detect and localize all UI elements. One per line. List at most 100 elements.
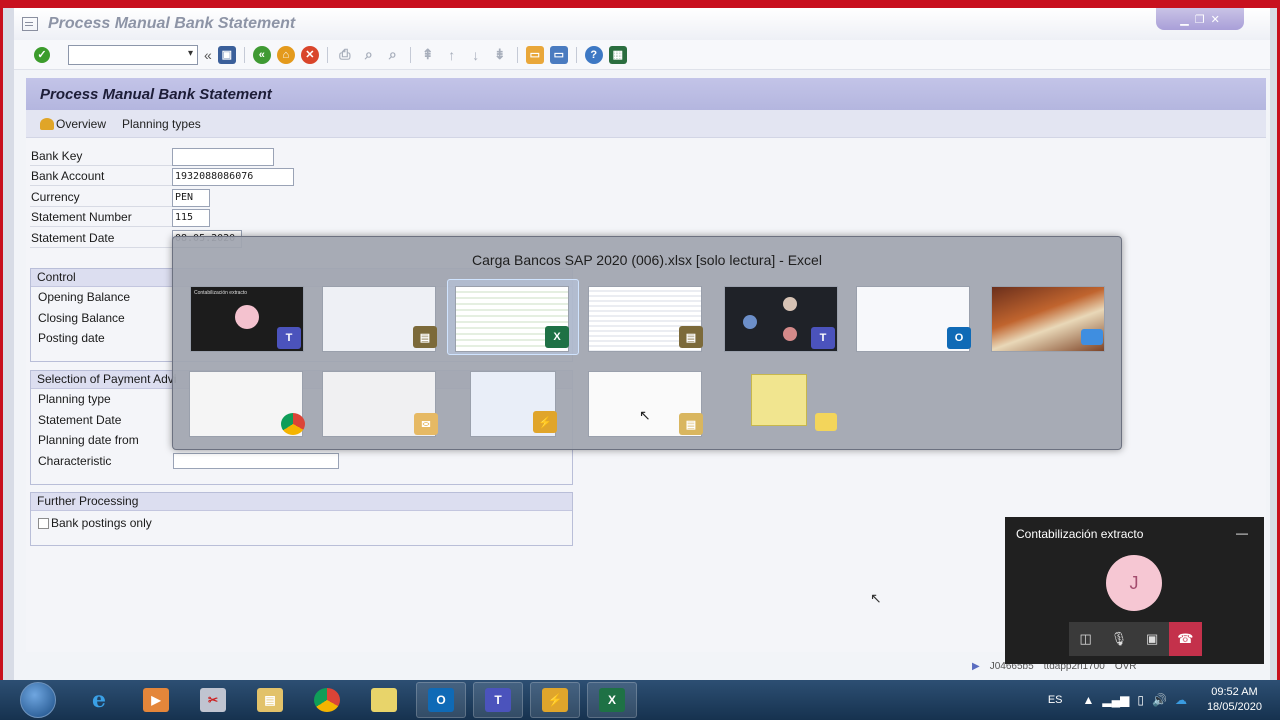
first-page-icon[interactable]: ⇞ — [419, 46, 437, 64]
chrome-icon — [281, 413, 305, 435]
help-icon[interactable]: ? — [584, 45, 603, 64]
window-controls: ▁ ❐ ✕ — [1156, 8, 1244, 30]
taskbar-chrome[interactable] — [302, 682, 352, 718]
teams-thumb-title: Contabilización extracto — [194, 290, 248, 296]
characteristic-label: Characteristic — [38, 453, 112, 468]
taskbar-snipping[interactable]: ✂ — [188, 682, 238, 718]
clock[interactable]: 09:52 AM 18/05/2020 — [1207, 685, 1262, 715]
taskbar-explorer[interactable]: ▤ — [245, 682, 295, 718]
teams-icon: T — [811, 327, 835, 349]
taskbar-teams[interactable]: T — [473, 682, 523, 718]
network-icon[interactable]: ▂▄▆ — [1102, 693, 1129, 707]
currency-label: Currency — [30, 188, 172, 207]
currency-row: Currency PEN — [30, 188, 210, 207]
taskbar-ie[interactable]: e — [74, 682, 124, 718]
standard-toolbar: ✓ « ▣ « ⌂ ✕ ⎙ ⌕ ⌕ ⇞ ↑ ↓ ⇟ ▭ ▭ ? ▦ — [14, 40, 1270, 70]
sticky-notes-thumb[interactable] — [751, 374, 807, 426]
teams-call-window: Contabilización extracto — J ◫ 🎙 ▣ ☎ — [1005, 517, 1264, 664]
start-button[interactable] — [20, 682, 56, 718]
bank-account-input[interactable]: 1932088086076 — [172, 167, 294, 186]
page-title: Process Manual Bank Statement — [26, 78, 1266, 110]
language-indicator[interactable]: ES — [1048, 694, 1063, 706]
hang-up-icon[interactable]: ☎ — [1168, 622, 1202, 656]
new-session-icon[interactable]: ▭ — [525, 45, 544, 64]
teams-icon: T — [277, 327, 301, 349]
back-icon[interactable]: « — [252, 45, 271, 64]
show-hidden-icon[interactable]: ▲ — [1083, 693, 1095, 707]
call-title: Contabilización extracto — [1016, 527, 1144, 541]
bank-key-input[interactable] — [172, 147, 274, 166]
ok-icon[interactable]: ✓ — [34, 46, 50, 63]
last-page-icon[interactable]: ⇟ — [491, 46, 509, 64]
minimize-icon[interactable]: — — [1236, 526, 1248, 540]
bank-postings-only-label: Bank postings only — [51, 516, 152, 531]
desktop-icon — [1081, 329, 1103, 345]
teams-icon: T — [485, 688, 511, 712]
taskbar-media[interactable]: ▶ — [131, 682, 181, 718]
layout-menu-icon[interactable]: ▦ — [608, 45, 627, 64]
overview-label: Overview — [56, 116, 107, 131]
characteristic-row: Characteristic — [31, 451, 572, 472]
command-field[interactable] — [68, 44, 198, 65]
separator — [326, 46, 328, 63]
onedrive-icon[interactable]: ☁ — [1175, 693, 1187, 707]
separator — [575, 46, 577, 63]
next-page-icon[interactable]: ↓ — [467, 46, 485, 64]
camera-off-icon[interactable]: ◫ — [1069, 622, 1102, 656]
taskbar-sticky[interactable] — [359, 682, 409, 718]
share-screen-icon[interactable]: ▣ — [1136, 622, 1169, 656]
window-menu-icon[interactable] — [22, 17, 38, 31]
taskbar: e ▶ ✂ ▤ O T ⚡ X ES ▲ ▂▄▆ ▯ 🔊 ☁ 09:52 AM … — [0, 680, 1280, 720]
sticky-notes-icon — [371, 688, 397, 712]
bank-account-label: Bank Account — [30, 167, 172, 186]
find-next-icon[interactable]: ⌕ — [384, 46, 402, 64]
statement-number-input[interactable]: 115 — [172, 208, 210, 227]
planning-types-button[interactable]: Planning types — [122, 117, 201, 131]
mouse-cursor-icon: ↖ — [870, 590, 882, 606]
taskbar-sap[interactable]: ⚡ — [530, 682, 580, 718]
volume-icon[interactable]: 🔊 — [1152, 693, 1167, 707]
planning-types-label: Planning types — [122, 116, 201, 131]
currency-input[interactable]: PEN — [172, 188, 210, 207]
teams-thumb-avatar — [235, 305, 259, 329]
bank-postings-only-checkbox[interactable] — [38, 517, 49, 529]
sap-logon-icon: ▤ — [679, 326, 703, 348]
restore-icon[interactable]: ❐ — [1195, 13, 1205, 26]
system-tray: ES ▲ ▂▄▆ ▯ 🔊 ☁ 09:52 AM 18/05/2020 — [1048, 680, 1280, 720]
cancel-icon[interactable]: ✕ — [300, 45, 319, 64]
separator — [409, 46, 411, 63]
clock-time: 09:52 AM — [1211, 686, 1258, 698]
previous-page-icon[interactable]: ↑ — [443, 46, 461, 64]
snipping-tool-icon: ✂ — [200, 688, 226, 712]
power-icon[interactable]: ▯ — [1137, 693, 1144, 707]
title-bar: Process Manual Bank Statement — [14, 8, 1270, 40]
close-icon[interactable]: ✕ — [1211, 13, 1220, 26]
characteristic-input[interactable] — [173, 452, 339, 469]
bank-postings-only-row[interactable]: Bank postings only — [31, 511, 572, 532]
exit-icon[interactable]: ⌂ — [276, 45, 295, 64]
bank-key-row: Bank Key — [30, 147, 274, 166]
taskbar-outlook[interactable]: O — [416, 682, 466, 718]
mail-icon: ✉ — [414, 413, 438, 435]
status-expand-icon[interactable]: ▶ — [972, 661, 980, 672]
sap-gui-icon: ⚡ — [533, 411, 557, 433]
collapse-icon[interactable]: « — [204, 47, 212, 63]
minimize-icon[interactable]: ▁ — [1180, 13, 1188, 26]
save-icon[interactable]: ▣ — [217, 45, 236, 64]
bank-account-row: Bank Account 1932088086076 — [30, 167, 294, 186]
print-icon[interactable]: ⎙ — [336, 46, 354, 64]
taskbar-excel[interactable]: X — [587, 682, 637, 718]
overview-button[interactable]: Overview — [40, 117, 106, 131]
microphone-icon[interactable]: 🎙 — [1102, 622, 1135, 656]
shortcut-icon[interactable]: ▭ — [549, 45, 568, 64]
further-processing-header: Further Processing — [31, 493, 572, 511]
find-icon[interactable]: ⌕ — [360, 46, 378, 64]
participant-avatar — [783, 327, 797, 341]
call-controls: ◫ 🎙 ▣ ☎ — [1069, 622, 1202, 656]
tray-icons: ▲ ▂▄▆ ▯ 🔊 ☁ — [1083, 693, 1187, 707]
ie-icon: e — [92, 687, 106, 713]
participant-avatar — [743, 315, 757, 329]
media-player-icon: ▶ — [143, 688, 169, 712]
excel-icon: X — [599, 688, 625, 712]
mouse-cursor-icon: ↖ — [639, 407, 651, 423]
